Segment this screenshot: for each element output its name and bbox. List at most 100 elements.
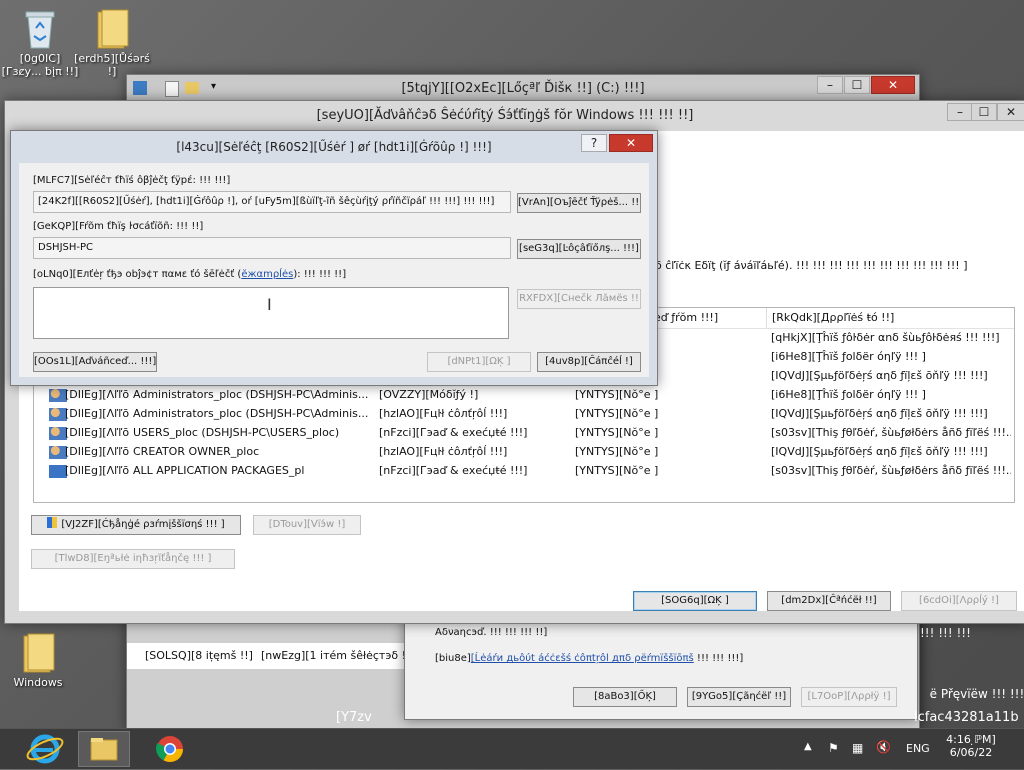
permission-row[interactable]: [DIlEg][Λľľōώ !!] Administrators_ploc (DS… [33, 386, 1013, 405]
names-label-post: ): !!! !!! !!] [293, 269, 347, 280]
background-text: !!! !!! !!! [920, 626, 971, 640]
object-type-field: [24K2f][[R60S2][Űśėŕ], [hdt1i][Ġŕôûρ !],… [33, 191, 511, 213]
permission-cell-inherited: [YNTYS][Nŏ°e ] [575, 464, 659, 477]
advanced-ok-button[interactable]: [SOG6q][ΩĶ ] [633, 591, 757, 611]
maximize-button[interactable]: ☐ [971, 103, 997, 121]
permission-cell-applies: [IQVdJ][Şµьƒöľδėŗś αηδ ƒïļεš ōňľÿ !!! !!… [771, 445, 988, 458]
permission-cell-type: [DIlEg][Λľľōώ !!] [65, 426, 129, 439]
permission-cell-access: [nFzci][Гэаď & ехеćџŧé !!!] [379, 464, 528, 477]
close-button[interactable]: ✕ [997, 103, 1024, 121]
check-names-button[interactable]: RXFDX][Cнеčk Лăмёѕ !! [517, 289, 641, 309]
clock-date: 6/06/22 [949, 746, 993, 759]
permission-cell-applies: [IQVdJ][Şµьƒöľδėŗś αηδ ƒïļεš ōňľÿ !!! !!… [771, 407, 988, 420]
link-prefix: [biu8e] [435, 653, 471, 664]
permission-cell-access: [hzlAO][Fцŀł ċôлťŗôĺ !!!] [379, 445, 508, 458]
taskbar-explorer-button[interactable] [78, 731, 130, 767]
taskbar-ie-button[interactable] [18, 731, 70, 767]
permission-cell-type: [DIlEg][Λľľōώ !!] [65, 407, 129, 420]
show-hidden-icons[interactable]: ▲ [804, 741, 812, 752]
flag-icon[interactable]: ⚑ [828, 741, 839, 755]
location-field: DSHJSH-PC [33, 237, 511, 259]
background-text-bottom: [Y7zv [336, 710, 372, 725]
desktop-icon-users-folder[interactable]: [erdh5][Ůśərś !] [72, 6, 152, 78]
object-names-label: [oLNq0][Eлťėŗ ťђэ оbĵэ¢т παмε ťó šēľėčť … [33, 269, 346, 280]
desktop-icon-windows-folder[interactable]: Windows [0, 630, 78, 689]
object-types-button[interactable]: [VrAn][Oъĵēčť Ťÿρėš... !!!] [517, 193, 641, 213]
permission-cell-principal: Administrators_ploc (DSHJSH-PC\Adminis..… [133, 407, 369, 420]
permission-cell-type: [DIlEg][Λľľōώ !!] [65, 445, 129, 458]
permission-cell-inherited: [YNTYS][Nŏ°e ] [575, 426, 659, 439]
permission-cell-type: [DIlEg][Λľľōώ !!] [65, 388, 129, 401]
select-advanced-button[interactable]: [OOs1L][Aďνáñсеď... !!!] [33, 352, 157, 372]
select-ok-button[interactable]: [dNPt1][ΩĶ ] [427, 352, 531, 372]
preview-pane-label[interactable]: ë Přęvïëw !!! !!!] [930, 687, 1024, 701]
props-ok-button[interactable]: [8aBo3][ŐĶ] [573, 687, 677, 707]
advanced-titlebar[interactable]: [seyUO][Ăďνâňĉэδ Ŝėćύŕĭţý Śэ́ťťĭŋġš fŏr … [5, 101, 1024, 131]
column-header-applies[interactable]: [RkQdk][Дρρľïėś ŧό !!] [772, 311, 894, 324]
learn-access-control-link[interactable]: [Ĺėáŕи дьôύt áćċεšś ċôπtŗôl дπδ ρёŕmïššï… [471, 653, 694, 664]
chrome-icon [156, 736, 184, 763]
taskbar-chrome-button[interactable] [144, 731, 196, 767]
permission-row[interactable]: [DIlEg][Λľľōώ !!] CREATOR OWNER_ploc [hzlA… [33, 443, 1013, 462]
desktop-icon-recycle-bin[interactable]: [0g0IC][Гзȼу... ƀįπ !!] [0, 6, 80, 78]
language-indicator[interactable]: ENG [906, 742, 930, 755]
column-header-inherited[interactable]: ėď ƒŕŏm !!!] [654, 311, 718, 324]
permission-row[interactable]: [DIlEg][Λľľōώ !!] USERS_ploc (DSHJSH-PC\U… [33, 424, 1013, 443]
select-dialog-titlebar[interactable]: [l43cu][Sėľéĉţ [R60S2][Űśėŕ ] øŕ [hdt1i]… [11, 131, 657, 159]
select-dialog-body: [MLFC7][Sėľéĉт ťħïś ôβĵėčţ ťÿрέ: !!! !!!… [19, 163, 649, 377]
props-apply-button[interactable]: [L7OoP][Λρρłÿ !] [801, 687, 897, 707]
advanced-apply-button[interactable]: [6cdOi][Λρρĺý !] [901, 591, 1017, 611]
permission-cell-principal: ALL APPLICATION PACKAGES_pl [133, 464, 305, 477]
select-dialog-title: [l43cu][Sėľéĉţ [R60S2][Űśėŕ ] øŕ [hdt1i]… [176, 140, 492, 154]
location-label: [GeKQP][Fŕõm ťħïş ŀσсáťïõñ: !!! !!] [33, 221, 204, 232]
permission-cell-applies: [i6He8][Ţĥïš ƒolδër óηľÿ !!! ] [771, 388, 926, 401]
permission-row[interactable]: [DIlEg][Λľľōώ !!] ALL APPLICATION PACKAGE… [33, 462, 1013, 481]
text-cursor-icon: I [267, 295, 272, 314]
names-label-pre: [oLNq0][Eлťėŗ ťђэ оbĵэ¢т παмε ťó šēľėčť … [33, 269, 242, 280]
advanced-cancel-button[interactable]: [dm2Dx][Ĉªńćёł !!] [767, 591, 891, 611]
permission-cell-principal: CREATOR OWNER_ploc [133, 445, 260, 458]
folder-icon [18, 630, 58, 674]
permission-cell-applies: [i6He8][Ţĥïš ƒolδër óηľÿ !!! ] [771, 350, 926, 363]
change-permissions-button[interactable]: [VJ2ZF][Ćђåηġé ρзŕmįššïσηś !!! ] [31, 515, 241, 535]
permission-cell-inherited: [YNTYS][Nŏ°e ] [575, 388, 659, 401]
close-button[interactable]: ✕ [871, 76, 915, 94]
examples-link[interactable]: ĕжαmρĺėѕ [241, 269, 293, 280]
advanced-title: [seyUO][Ăďνâňĉэδ Ŝėćύŕĭţý Śэ́ťťĭŋġš fŏr … [316, 108, 694, 123]
permission-cell-access: [OVZZY][Mόδĭƒý !] [379, 388, 479, 401]
permission-cell-applies: [IQVdJ][Şµьƒöľδėŗś αηδ ƒïļεš ōňľÿ !!! !!… [771, 369, 988, 382]
props-cancel-button[interactable]: [9YGo5][Çãηćёľ !!] [687, 687, 791, 707]
permission-cell-type: [DIlEg][Λľľōώ !!] [65, 464, 129, 477]
taskbar: ▲ ⚑ ▦ 🔇 ENG 4:16 ̣ℙM] 6/06/22 [0, 728, 1024, 769]
learn-more-link-row: [biu8e][Ĺėáŕи дьôύt áćċεšś ċôπtŗôl дπδ ρ… [435, 653, 743, 664]
locations-button[interactable]: [seG3q][Ŀôçâťïőлş... !!!] [517, 239, 641, 259]
link-suffix: !!! !!! !!!] [693, 653, 744, 664]
minimize-button[interactable]: – [817, 76, 843, 94]
explorer-titlebar[interactable]: ▾ [5tqjY][[O2xEc][Lőçªľ Ďišк !!] (C:) !!… [127, 75, 919, 103]
enable-inheritance-button[interactable]: [TlwD8][Eŋªьłė iηħзŗĭťåηčę !!! ] [31, 549, 235, 569]
select-cancel-button[interactable]: [4uv8p][Ĉáπĉéĺ !] [537, 352, 641, 372]
explorer-statusbar: [SOLSQ][8 ițęmš !!] [nwEzg][1 ітém šêłėç… [127, 643, 417, 669]
shield-icon [47, 517, 58, 528]
network-icon[interactable]: ▦ [852, 741, 863, 755]
close-button[interactable]: ✕ [609, 134, 653, 152]
recycle-bin-icon [20, 6, 60, 50]
volume-muted-icon[interactable]: 🔇 [876, 740, 891, 754]
change-permissions-label: [VJ2ZF][Ćђåηġé ρзŕmįššïσηś !!! ] [61, 519, 225, 530]
advanced-text: Аδνаηcэď. !!! !!! !!! !!] [435, 627, 548, 638]
folder-icon [92, 6, 132, 50]
permission-cell-inherited: [YNTYS][Nŏ°e ] [575, 445, 659, 458]
clock[interactable]: 4:16 ̣ℙM] 6/06/22 [940, 733, 1002, 759]
permission-row[interactable]: [DIlEg][Λľľōώ !!] Administrators_ploc (DS… [33, 405, 1013, 424]
permission-cell-inherited: [YNTYS][Nŏ°e ] [575, 407, 659, 420]
minimize-button[interactable]: – [947, 103, 973, 121]
permission-cell-principal: USERS_ploc (DSHJSH-PC\USERS_ploc) [133, 426, 340, 439]
clock-time: 4:16 ̣ℙM] [946, 733, 996, 746]
help-button[interactable]: ? [581, 134, 607, 152]
background-hash-text: lcfac43281a11b [914, 710, 1019, 725]
view-button[interactable]: [DTouv][Vïэ́w !] [253, 515, 361, 535]
status-selected-count: [nwEzg][1 ітém šêłėçтэδ !!] [261, 649, 415, 662]
maximize-button[interactable]: ☐ [844, 76, 870, 94]
select-user-dialog: [l43cu][Sėľéĉţ [R60S2][Űśėŕ ] øŕ [hdt1i]… [10, 130, 658, 386]
object-type-label: [MLFC7][Sėľéĉт ťħïś ôβĵėčţ ťÿрέ: !!! !!!… [33, 175, 231, 186]
